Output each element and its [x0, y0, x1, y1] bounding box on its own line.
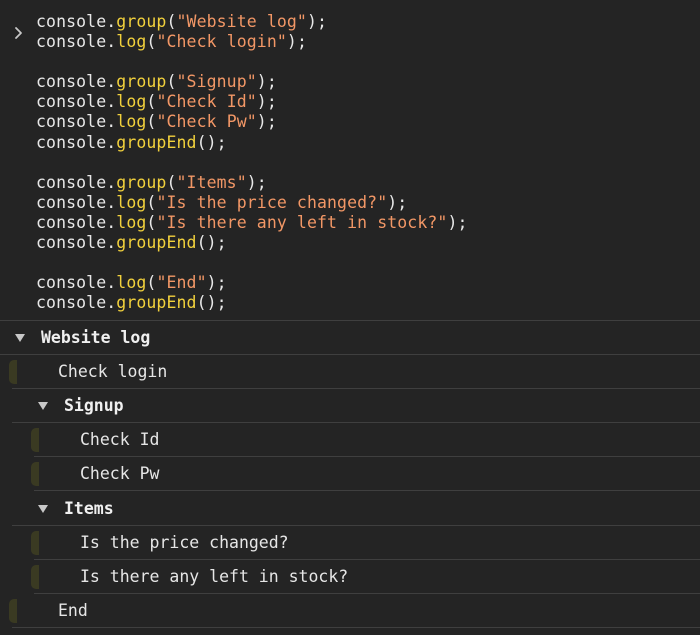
console-group-header[interactable]: Signup — [12, 389, 700, 424]
source-marker-icon — [9, 598, 17, 623]
console-log-row: Check Pw — [31, 457, 700, 492]
source-marker-icon — [31, 530, 39, 555]
group-label: Signup — [64, 396, 124, 416]
source-marker-icon — [9, 360, 17, 385]
log-message: Check Id — [80, 430, 160, 450]
log-message: Check login — [58, 362, 168, 382]
log-message: Is the price changed? — [80, 532, 289, 552]
source-marker-icon — [31, 564, 39, 589]
console-log-row: Check login — [9, 355, 700, 390]
source-marker-icon — [31, 428, 39, 453]
devtools-console: console.group("Website log"); console.log… — [0, 0, 700, 635]
triangle-down-icon[interactable] — [38, 504, 48, 514]
console-group-header[interactable]: Items — [12, 492, 700, 526]
log-message: End — [58, 600, 88, 620]
log-message: Is there any left in stock? — [80, 566, 349, 586]
console-group-header[interactable]: Website log — [0, 321, 700, 355]
triangle-down-icon[interactable] — [15, 334, 25, 343]
console-log-row: Check Id — [31, 423, 700, 458]
console-log-row: Is there any left in stock? — [31, 560, 700, 594]
source-marker-icon — [31, 462, 39, 487]
console-output: Website log Check login Signup Check Id Chec… — [0, 0, 700, 635]
group-label: Website log — [41, 328, 151, 347]
console-log-row: Is the price changed? — [31, 526, 700, 560]
console-log-row: End — [9, 594, 700, 628]
group-label: Items — [64, 498, 114, 518]
log-message: Check Pw — [80, 464, 160, 484]
triangle-down-icon[interactable] — [38, 402, 48, 411]
